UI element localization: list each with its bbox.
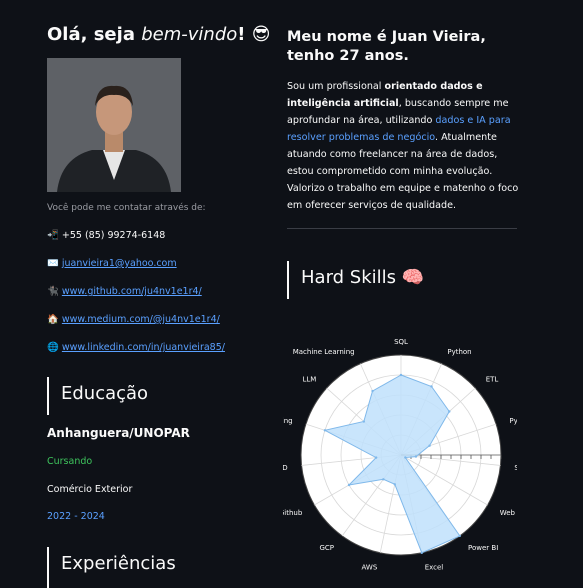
- radar-point: [404, 456, 407, 459]
- radar-axis-label: Machine Learning: [293, 348, 355, 356]
- radar-point: [371, 389, 374, 393]
- radar-point: [347, 483, 351, 487]
- hard-skills-header: Hard Skills 🧠: [287, 261, 424, 299]
- section-divider: [287, 228, 517, 229]
- radar-axis-label: Pyspark: [509, 417, 519, 425]
- radar-axis-label: Web Scraping: [500, 509, 519, 517]
- radar-axis-label: Python: [447, 348, 471, 356]
- course-name: Comércio Exterior: [47, 484, 133, 495]
- radar-axis-label: Excel: [425, 564, 444, 572]
- radar-axis-label: AWS: [362, 564, 378, 572]
- linkedin-row: 🌐 www.linkedin.com/in/juanvieira85/: [47, 342, 225, 353]
- radar-axis-label: Streamlit: [514, 464, 519, 472]
- radar-axis-label: ETL: [486, 376, 499, 384]
- phone-number: +55 (85) 99274-6148: [61, 230, 166, 241]
- education-title: Educação: [61, 383, 149, 404]
- experience-title: Experiências: [61, 553, 176, 574]
- email-link[interactable]: juanvieira1@yahoo.com: [62, 258, 177, 269]
- radar-point: [428, 444, 431, 447]
- radar-axis-label: Power BI: [468, 544, 498, 552]
- radar-point: [374, 456, 378, 459]
- github-row: 🐈‍⬛ www.github.com/ju4nv1e1r4/: [47, 286, 202, 297]
- institution-name: Anhanguera/UNOPAR: [47, 426, 190, 440]
- education-period: 2022 - 2024: [47, 511, 105, 522]
- education-status: Cursando: [47, 456, 93, 467]
- radar-point: [458, 534, 461, 538]
- education-header: Educação: [47, 377, 148, 415]
- radar-axis-label: LLM: [302, 376, 316, 384]
- radar-axis-label: GCP: [319, 544, 334, 552]
- hard-skills-title: Hard Skills 🧠: [301, 267, 425, 288]
- about-paragraph: Sou um profissional orientado dados e in…: [287, 81, 519, 211]
- experience-header: Experiências: [47, 547, 176, 588]
- black-cat-icon: 🐈‍⬛: [47, 286, 59, 297]
- medium-row: 🏠 www.medium.com/@ju4nv1e1r4/: [47, 314, 220, 325]
- profile-photo: [47, 58, 181, 192]
- radar-point: [414, 455, 418, 458]
- linkedin-link[interactable]: www.linkedin.com/in/juanvieira85/: [62, 342, 225, 353]
- about-title: Meu nome é Juan Vieira, tenho 27 anos.: [287, 29, 486, 64]
- email-row: ✉️ juanvieira1@yahoo.com: [47, 258, 177, 269]
- radar-point: [420, 551, 423, 555]
- radar-point: [430, 385, 433, 388]
- globe-icon: 🌐: [47, 342, 59, 353]
- radar-axis-label: SQL: [394, 338, 408, 346]
- house-icon: 🏠: [47, 314, 59, 325]
- envelope-icon: ✉️: [47, 258, 59, 269]
- radar-point: [323, 429, 327, 432]
- phone-row: 📲 +55 (85) 99274-6148: [47, 230, 165, 241]
- phone-icon: 📲: [47, 230, 59, 241]
- contact-intro: Você pode me contatar através de:: [47, 203, 206, 213]
- radar-point: [399, 373, 403, 377]
- radar-point: [362, 420, 366, 423]
- radar-point: [448, 410, 451, 413]
- greeting-title: Olá, seja bem-vindo! 😎: [47, 24, 271, 45]
- radar-point: [393, 483, 396, 486]
- medium-link[interactable]: www.medium.com/@ju4nv1e1r4/: [62, 314, 220, 325]
- radar-axis-label: Git/Github: [283, 509, 303, 517]
- github-link[interactable]: www.github.com/ju4nv1e1r4/: [62, 286, 202, 297]
- hard-skills-radar-chart: SQL Python ETL Pyspark Streamlit Web Scraping…: [283, 338, 519, 572]
- radar-point: [382, 478, 385, 481]
- radar-axis-label: Data Modeling: [283, 417, 293, 425]
- radar-axis-label: CI/CD: [283, 464, 288, 472]
